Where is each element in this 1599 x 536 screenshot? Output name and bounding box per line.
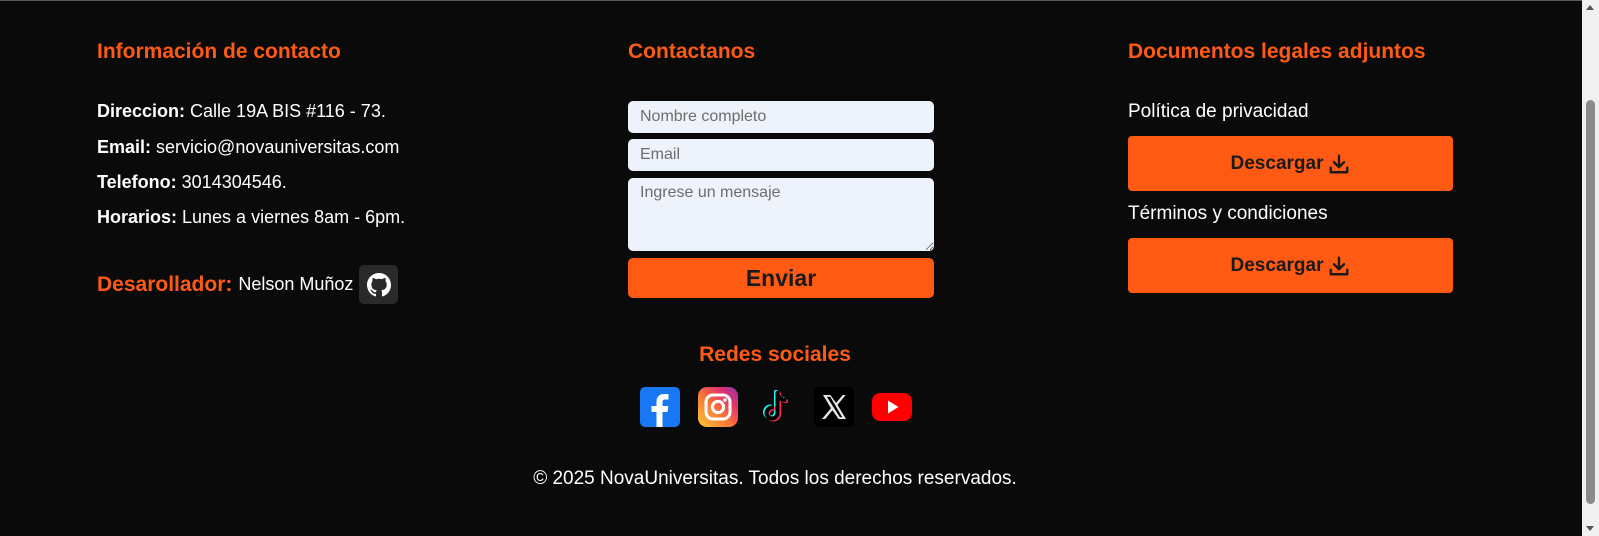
developer-name: Nelson Muñoz (238, 274, 354, 294)
legal-docs-section: Documentos legales adjuntos Política de … (1128, 40, 1458, 340)
address-line: Direccion: Calle 19A BIS #116 - 73. (97, 101, 386, 122)
tiktok-icon[interactable] (756, 387, 796, 427)
email-label: Email: (97, 137, 152, 157)
email-input[interactable] (628, 139, 934, 171)
x-icon[interactable] (814, 387, 854, 427)
address-label: Direccion: (97, 101, 186, 121)
developer-label: Desarollador: (97, 272, 233, 296)
phone-value: 3014304546. (176, 172, 287, 192)
terms-label: Términos y condiciones (1128, 203, 1328, 224)
email-value: servicio@novauniversitas.com (151, 137, 400, 157)
hours-label: Horarios: (97, 207, 178, 227)
download-privacy-label: Descargar (1230, 152, 1324, 174)
privacy-policy-label: Política de privacidad (1128, 101, 1309, 122)
youtube-icon[interactable] (872, 387, 912, 427)
contact-form-section: Contactanos Enviar (628, 40, 934, 340)
legal-docs-title: Documentos legales adjuntos (1128, 40, 1426, 63)
developer-row: Desarollador: Nelson Muñoz (97, 265, 399, 304)
site-footer: Información de contacto Direccion: Calle… (0, 1, 1582, 536)
scroll-up-arrow-icon[interactable] (1586, 5, 1594, 10)
send-button[interactable]: Enviar (628, 258, 934, 298)
download-terms-label: Descargar (1230, 254, 1324, 276)
instagram-icon[interactable] (698, 387, 738, 427)
download-terms-button[interactable]: Descargar (1128, 238, 1453, 293)
social-title: Redes sociales (699, 343, 851, 366)
copyright-text: © 2025 NovaUniversitas. Todos los derech… (533, 468, 1017, 489)
facebook-icon[interactable] (640, 387, 680, 427)
contact-info-title: Información de contacto (97, 40, 341, 63)
hours-line: Horarios: Lunes a viernes 8am - 6pm. (97, 207, 405, 228)
hours-value: Lunes a viernes 8am - 6pm. (177, 207, 406, 227)
email-line: Email: servicio@novauniversitas.com (97, 137, 399, 158)
address-value: Calle 19A BIS #116 - 73. (185, 101, 386, 121)
scrollbar-thumb[interactable] (1586, 100, 1595, 504)
contact-info-section: Información de contacto Direccion: Calle… (97, 40, 517, 340)
social-links (640, 387, 912, 427)
message-textarea[interactable] (628, 178, 934, 251)
name-input[interactable] (628, 101, 934, 133)
vertical-scrollbar[interactable] (1582, 0, 1599, 536)
download-privacy-button[interactable]: Descargar (1128, 136, 1453, 191)
scroll-down-arrow-icon[interactable] (1586, 526, 1594, 531)
phone-line: Telefono: 3014304546. (97, 172, 287, 193)
contact-form-title: Contactanos (628, 40, 756, 63)
download-icon (1330, 256, 1349, 275)
github-icon[interactable] (359, 265, 399, 304)
download-icon (1330, 154, 1349, 173)
phone-label: Telefono: (97, 172, 177, 192)
